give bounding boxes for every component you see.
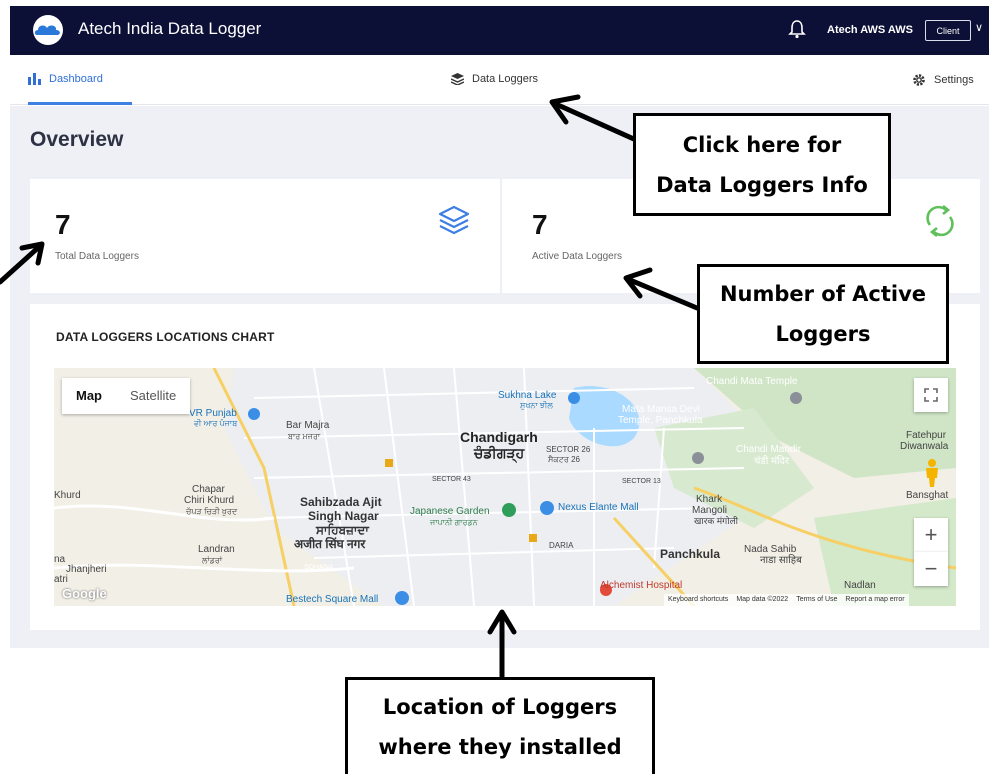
map-label: Nadlan [844,580,876,591]
tab-settings-label: Settings [934,74,974,86]
map-label: अजीत सिंघ नगर [294,537,366,551]
map-label: Khurd [54,490,81,501]
map-label: Panchkula [660,547,721,561]
map-label: ਚੱਪੜ ਚਿੜੀ ਖੁਰਦ [186,507,238,516]
map-label: Singh Nagar [308,509,379,523]
layers-icon [438,205,470,235]
fullscreen-button[interactable] [914,378,948,412]
map-label: Diwanwala [900,441,949,452]
map-label: ਜਾਪਾਨੀ ਗਾਰਡਨ [430,518,478,527]
map-label: Chandi Mandir [736,444,802,455]
active-loggers-value: 7 [532,209,548,240]
map-label: Khark [696,494,723,505]
pegman-icon[interactable] [922,458,942,488]
locations-map[interactable]: Chandi Mata Temple Sukhna Lake ਸੁਖਨਾ ਝੀਲ… [54,368,956,606]
map-label: Bestech Square Mall [286,594,379,605]
zoom-out-button[interactable]: − [914,552,948,586]
annotation-text: Location of Loggers [382,695,618,719]
chevron-down-icon[interactable]: ∨ [975,21,987,37]
map-label: Chapar [192,484,225,495]
app-root: Atech India Data Logger Atech AWS AWS Cl… [0,0,989,774]
tab-dashboard[interactable]: Dashboard [28,73,103,85]
user-name[interactable]: Atech AWS AWS [827,24,913,36]
map-label: Jhanjheri [66,564,107,575]
gear-icon [913,74,925,86]
annotation-text: where they installed [378,735,622,759]
terms-link[interactable]: Terms of Use [796,594,837,606]
annotation-callout: Click here for Data Loggers Info [633,113,891,216]
tab-data-loggers-label: Data Loggers [472,73,539,85]
top-header-bar: Atech India Data Logger Atech AWS AWS Cl… [10,6,989,55]
stat-card-total-loggers: 7 Total Data Loggers [30,179,500,293]
annotation-text: Click here for [682,132,842,157]
map-label: Chandigarh [460,429,538,445]
map-label: ਸੈਕਟਰ 26 [548,455,580,464]
map-label: ਲਾਂਡਰਾਂ [202,556,223,565]
map-label: खारक मंगोली [694,516,738,526]
map-label: Fatehpur [906,430,947,441]
map-label: SECTOR 13 [622,478,661,485]
main-nav: Dashboard Data Loggers Settings [10,55,989,105]
map-label: Nexus Elante Mall [558,502,639,513]
layers-icon [451,73,464,85]
map-label: नाडा साहिब [760,555,802,566]
page-title: Overview [30,128,124,151]
map-label: Landran [198,544,235,555]
map-label: चंडी मंदिर [754,456,790,467]
map-label: Nada Sahib [744,544,797,555]
annotation-text: Number of Active [719,282,927,306]
annotation-callout: Location of Loggers where they installed [345,677,655,774]
map-label: Mangoli [692,505,728,516]
bell-icon[interactable] [788,19,806,39]
active-loggers-label: Active Data Loggers [532,251,623,262]
app-title: Atech India Data Logger [78,19,262,38]
map-label: ਸੁਖਨਾ ਝੀਲ [520,401,553,410]
map-type-map-button[interactable]: Map [62,378,116,414]
fullscreen-icon [924,388,938,402]
bar-chart-icon [28,73,41,85]
map-attribution: Keyboard shortcuts Map data ©2022 Terms … [664,594,909,606]
map-card-title: DATA LOGGERS LOCATIONS CHART [56,330,275,344]
map-label: ਸਾਹਿਬਜ਼ਾਦਾ [316,523,369,537]
keyboard-shortcuts-link[interactable]: Keyboard shortcuts [668,594,728,606]
map-label: Chandi Mata Temple [706,376,798,387]
map-label: Chiri Khurd [184,495,235,506]
tab-dashboard-label: Dashboard [49,73,103,85]
map-type-satellite-button[interactable]: Satellite [116,378,190,414]
tab-settings[interactable]: Settings [912,73,974,87]
map-label: na [54,554,66,565]
refresh-icon [926,204,954,238]
map-label: DARIA [549,541,574,550]
map-type-toggle: Map Satellite [62,378,191,414]
map-label: Sahibzada Ajit [300,495,382,509]
map-label: Mata Mansa Devi [622,404,700,415]
zoom-in-button[interactable]: + [914,518,948,552]
active-tab-indicator [28,102,132,105]
map-label: SOHANA [304,564,334,571]
total-loggers-value: 7 [55,209,71,240]
map-label: ਵੀ ਆਰ ਪੰਜਾਬ [194,419,238,428]
map-label: Alchemist Hospital [600,580,683,591]
map-label: Bansghat [906,490,949,501]
map-data-text: Map data ©2022 [736,596,789,603]
map-label: atri [54,574,68,585]
total-loggers-label: Total Data Loggers [55,251,139,262]
map-label: ਬਾਰ ਮਜਰਾ [288,432,321,441]
annotation-text: Data Loggers Info [656,172,868,197]
map-label: Temple, Panchkula [618,415,703,426]
map-label: ਚੰਡੀਗੜ੍ਹ [474,445,525,461]
map-label: Japanese Garden [410,506,490,517]
annotation-text: Loggers [775,322,871,346]
google-logo: Google [62,586,107,601]
map-label: Bar Majra [286,420,330,431]
annotation-callout: Number of Active Loggers [697,264,949,364]
role-button[interactable]: Client [925,20,971,41]
cloud-logo-icon[interactable] [28,14,68,46]
report-error-link[interactable]: Report a map error [845,594,904,606]
map-label: SECTOR 43 [432,476,471,483]
tab-data-loggers[interactable]: Data Loggers [451,73,538,85]
